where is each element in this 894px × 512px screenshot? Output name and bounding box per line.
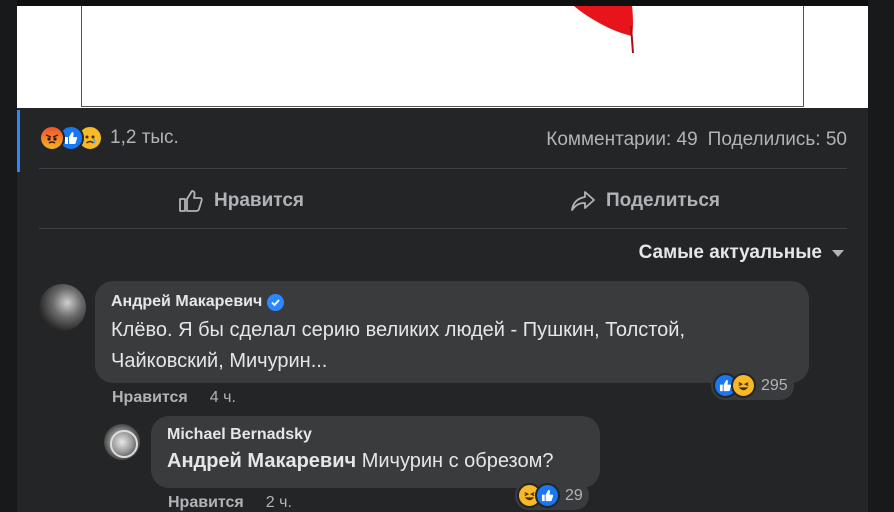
reply-reactions[interactable]: 29 xyxy=(515,481,589,510)
focus-indicator xyxy=(17,110,20,172)
image-frame-left xyxy=(81,6,82,107)
reply-message: Мичурин с обрезом? xyxy=(361,450,554,472)
like-icon xyxy=(535,483,560,508)
share-button[interactable]: Поделиться xyxy=(443,174,847,228)
reply-meta: Нравится 2 ч. xyxy=(168,494,292,512)
share-button-label: Поделиться xyxy=(605,190,721,211)
reply-time[interactable]: 2 ч. xyxy=(266,494,292,511)
divider-top xyxy=(39,168,847,169)
comment-time[interactable]: 4 ч. xyxy=(210,389,236,406)
caret-down-icon xyxy=(832,249,844,257)
reply-like-link[interactable]: Нравится xyxy=(168,494,244,511)
shares-count[interactable]: Поделились: 50 xyxy=(708,129,847,150)
post-image[interactable] xyxy=(17,6,868,108)
comment-reactions[interactable]: 295 xyxy=(711,371,794,400)
haha-icon xyxy=(731,373,756,398)
reaction-count[interactable]: 1,2 тыс. xyxy=(110,127,179,149)
red-shape xyxy=(574,6,634,54)
engagement-counts: Комментарии: 49 Поделились: 50 xyxy=(546,129,847,151)
comment-author[interactable]: Андрей Макаревич xyxy=(111,293,793,311)
comment-reaction-count: 295 xyxy=(761,376,788,394)
thumbs-up-icon xyxy=(179,190,203,212)
reply-bubble: Michael Bernadsky Андрей Макаревич Мичур… xyxy=(151,416,600,488)
reaction-summary[interactable]: 1,2 тыс. xyxy=(39,124,179,152)
share-arrow-icon xyxy=(571,191,595,211)
author-name: Андрей Макаревич xyxy=(111,293,263,310)
author-name: Michael Bernadsky xyxy=(167,426,312,443)
post-stats: 1,2 тыс. Комментарии: 49 Поделились: 50 xyxy=(39,120,847,160)
image-frame-right xyxy=(803,6,804,107)
avatar[interactable] xyxy=(104,424,140,460)
image-frame-bottom xyxy=(81,106,804,107)
reply-author[interactable]: Michael Bernadsky xyxy=(167,426,584,444)
sort-label: Самые актуальные xyxy=(638,242,822,263)
right-gutter xyxy=(868,0,894,512)
verified-badge-icon xyxy=(267,293,285,311)
angry-icon xyxy=(39,125,65,151)
divider-bottom xyxy=(39,228,847,229)
comment-like-link[interactable]: Нравится xyxy=(112,389,188,406)
reply-text: Андрей Макаревич Мичурин с обрезом? xyxy=(167,448,584,474)
post-card: 1,2 тыс. Комментарии: 49 Поделились: 50 Н… xyxy=(17,6,868,512)
comment-bubble: Андрей Макаревич Клёво. Я бы сделал сери… xyxy=(95,281,809,383)
left-gutter xyxy=(0,0,17,512)
comments-count[interactable]: Комментарии: 49 xyxy=(546,129,697,150)
like-button-label: Нравится xyxy=(214,190,304,211)
reply-reaction-count: 29 xyxy=(565,486,583,504)
comment-sort-dropdown[interactable]: Самые актуальные xyxy=(639,242,844,264)
comment-text: Клёво. Я бы сделал серию великих людей -… xyxy=(111,319,686,372)
like-button[interactable]: Нравится xyxy=(39,174,443,228)
comment-meta: Нравится 4 ч. xyxy=(112,389,236,407)
mention-link[interactable]: Андрей Макаревич xyxy=(167,450,356,472)
post-actions: Нравится Поделиться xyxy=(39,174,847,228)
avatar[interactable] xyxy=(39,284,86,331)
